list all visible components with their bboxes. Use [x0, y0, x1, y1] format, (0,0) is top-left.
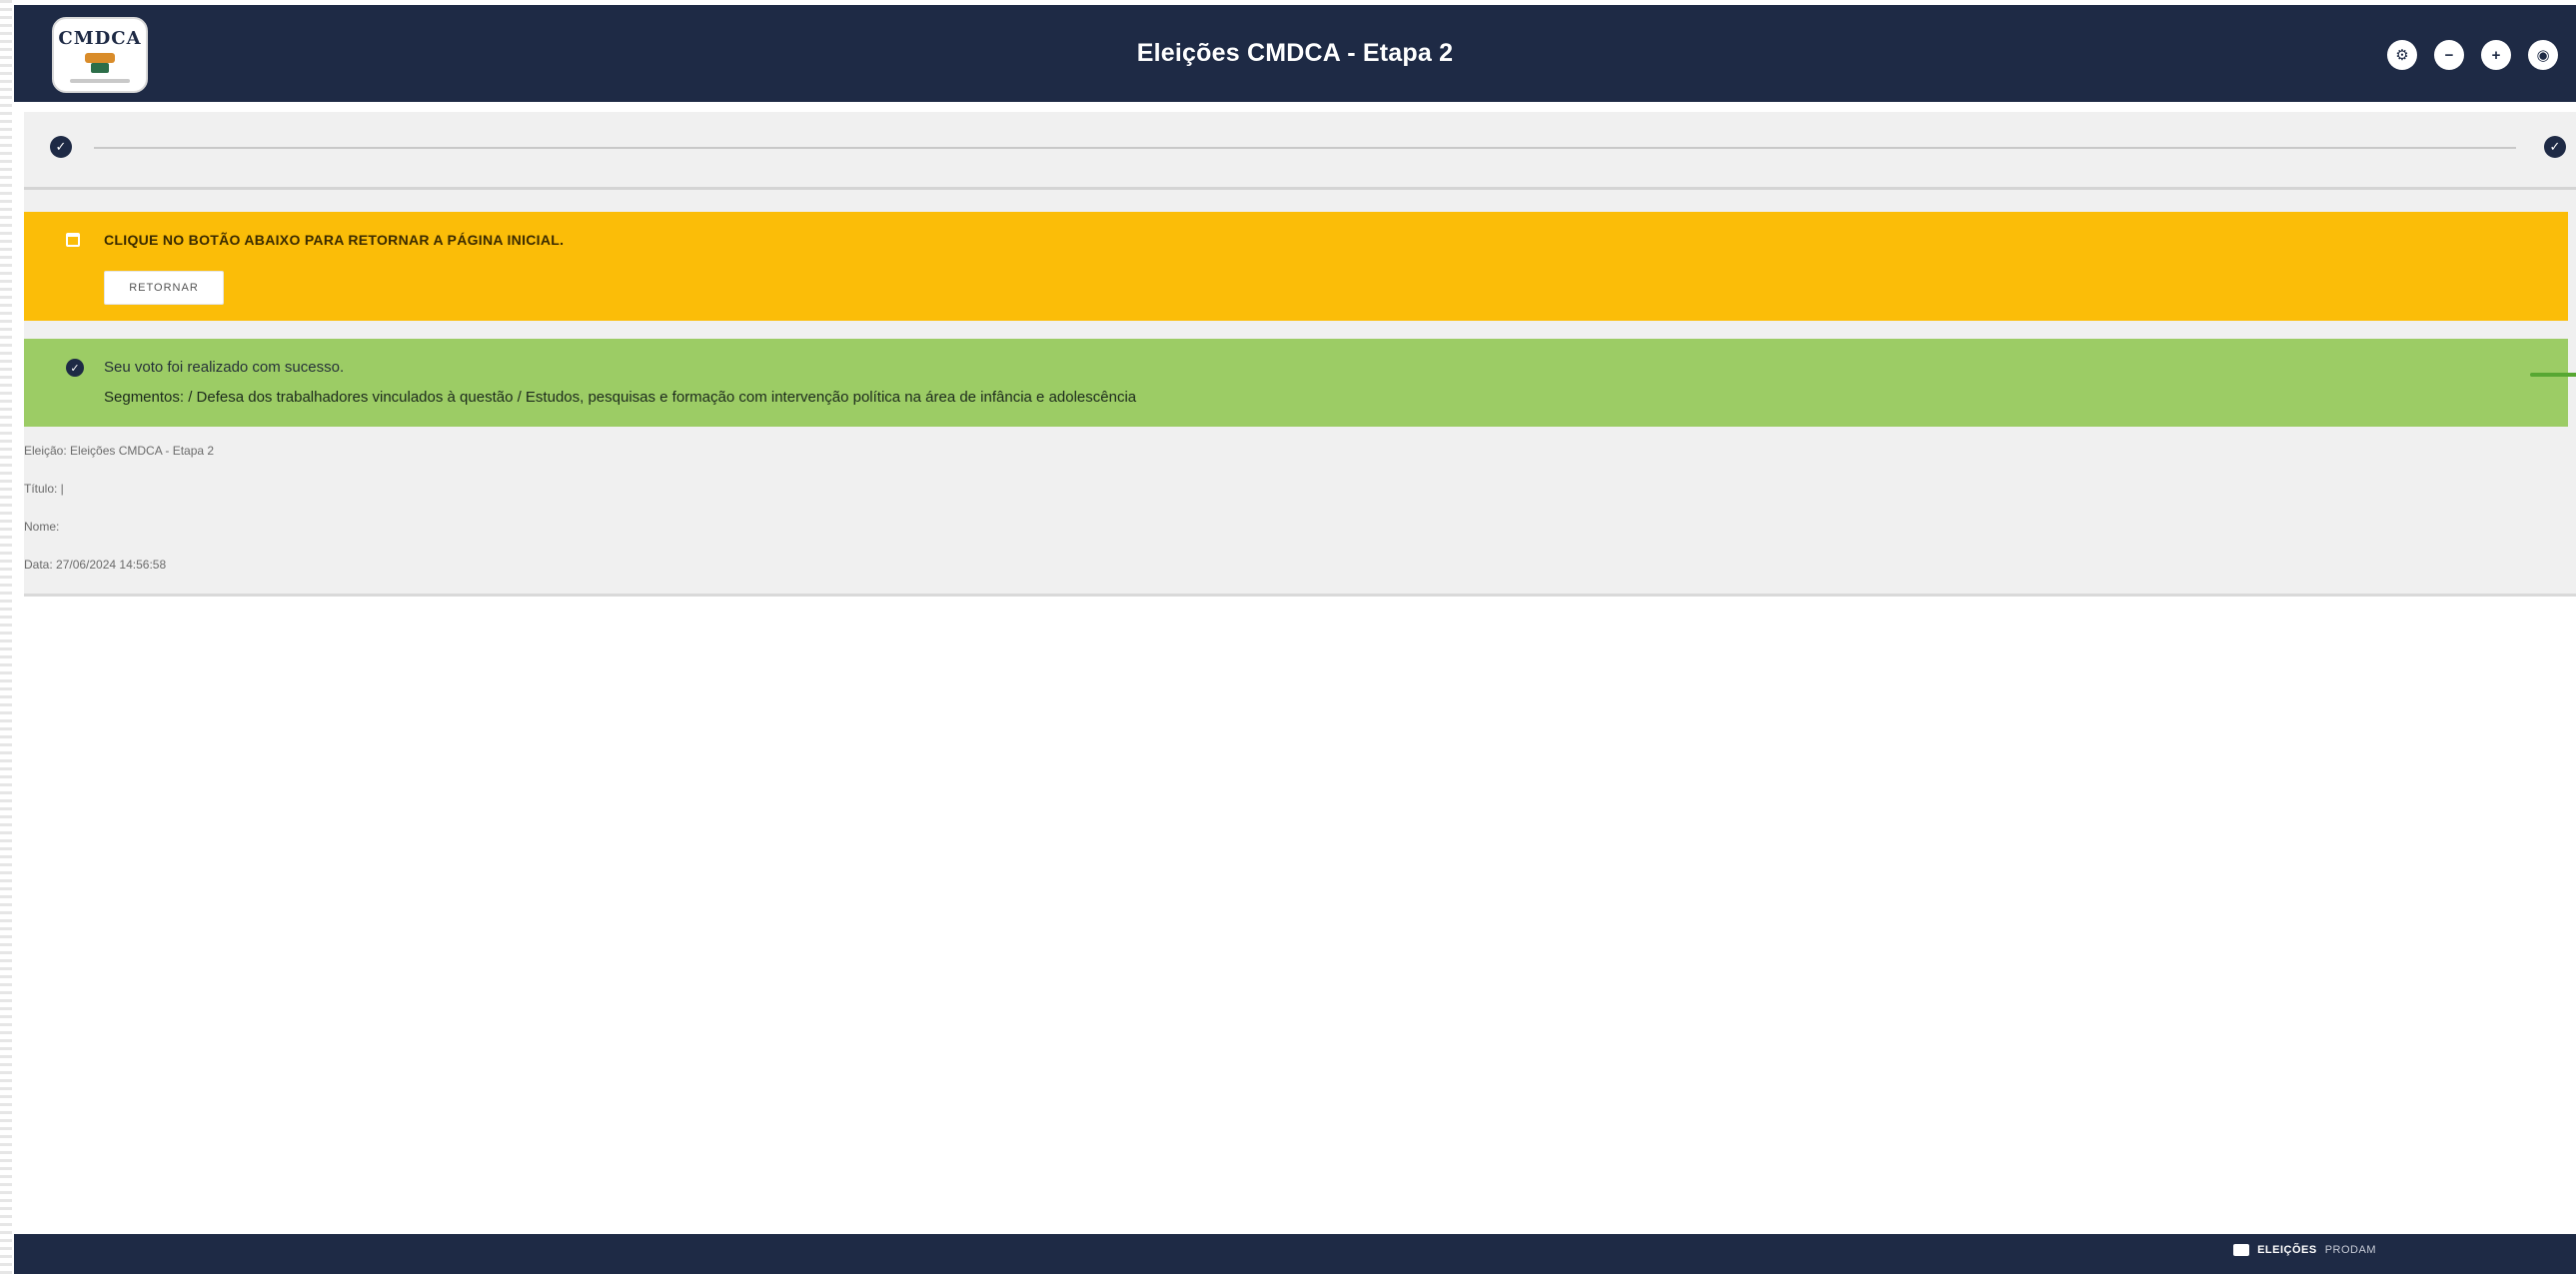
- footer-brand-strong: ELEIÇÕES: [2257, 1244, 2317, 1256]
- check-circle-icon: ✓: [66, 359, 84, 377]
- ballot-box-icon: [2233, 1244, 2250, 1256]
- app-header: CMDCA Eleições CMDCA - Etapa 2 ⚙ − + ◉: [14, 5, 2576, 102]
- name-info: Nome:: [24, 520, 60, 534]
- logo-mark-icon: [85, 52, 115, 73]
- success-alert: ✓ Seu voto foi realizado com sucesso. Se…: [24, 339, 2576, 427]
- settings-icon[interactable]: ⚙: [2387, 40, 2417, 70]
- title-info: Título: |: [24, 482, 64, 496]
- success-message: Seu voto foi realizado com sucesso.: [104, 359, 345, 376]
- step-complete-check-icon[interactable]: ✓: [50, 136, 72, 158]
- page-title: Eleições CMDCA - Etapa 2: [1136, 39, 1454, 67]
- segments-text: Segmentos: / Defesa dos trabalhadores vi…: [104, 389, 1137, 406]
- stepper: ✓ ✓: [24, 112, 2576, 190]
- footer-brand-light: PRODAM: [2324, 1244, 2376, 1256]
- logo-subtitle: [70, 78, 130, 83]
- minus-icon[interactable]: −: [2434, 40, 2464, 70]
- date-info: Data: 27/06/2024 14:56:58: [24, 558, 167, 572]
- stepper-track: [94, 147, 2516, 149]
- page-edge: [0, 0, 12, 1274]
- main-panel: ✓ ✓ CLIQUE NO BOTÃO ABAIXO PARA RETORNAR…: [24, 112, 2576, 597]
- lock-icon: [66, 233, 80, 247]
- app-footer: ELEIÇÕES PRODAM: [14, 1234, 2576, 1274]
- header-actions: ⚙ − + ◉: [2387, 40, 2558, 70]
- footer-brand: ELEIÇÕES PRODAM: [2233, 1244, 2376, 1256]
- success-accent-bar: [2530, 373, 2576, 377]
- plus-icon[interactable]: +: [2481, 40, 2511, 70]
- election-info: Eleição: Eleições CMDCA - Etapa 2: [24, 444, 215, 458]
- warning-alert: CLIQUE NO BOTÃO ABAIXO PARA RETORNAR A P…: [24, 212, 2568, 321]
- step-complete-check-icon[interactable]: ✓: [2544, 136, 2566, 158]
- logo-text: CMDCA: [58, 27, 142, 49]
- warning-text: CLIQUE NO BOTÃO ABAIXO PARA RETORNAR A P…: [104, 232, 565, 248]
- cmdca-logo[interactable]: CMDCA: [52, 17, 148, 93]
- eye-icon[interactable]: ◉: [2528, 40, 2558, 70]
- return-button[interactable]: RETORNAR: [104, 271, 224, 305]
